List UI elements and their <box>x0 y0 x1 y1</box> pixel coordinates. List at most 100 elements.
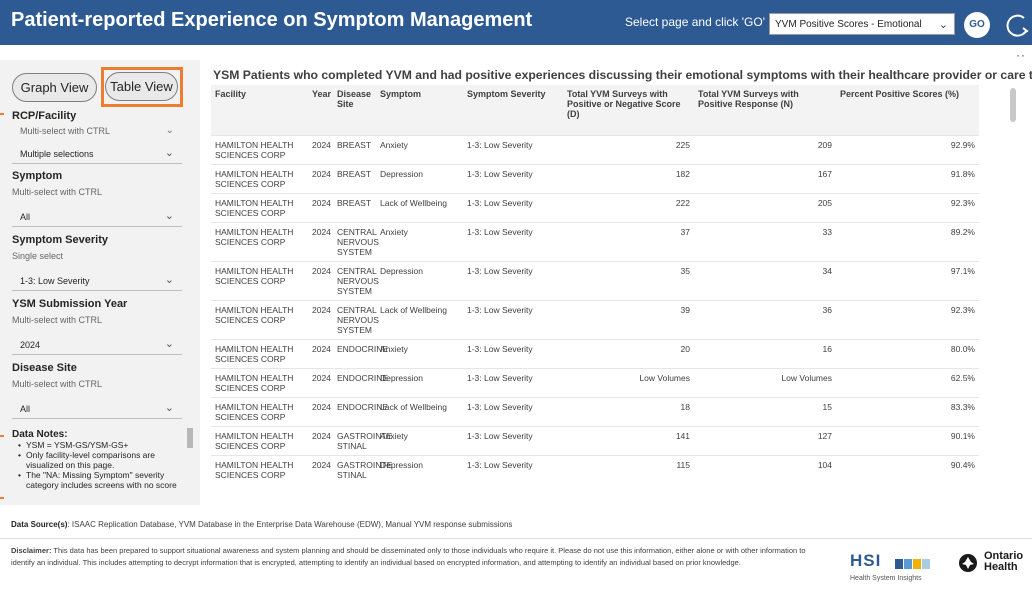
data-note-item: Only facility-level comparisons are visu… <box>18 450 186 470</box>
table-cell: 2024 <box>308 260 333 300</box>
table-row[interactable]: HAMILTON HEALTH SCIENCES CORP 2024 CENTRAL… <box>211 221 979 261</box>
column-header[interactable]: Percent Positive Scores (%) <box>836 85 979 135</box>
table-cell: Lack of Wellbeing <box>376 192 463 222</box>
table-cell: 92.3% <box>836 192 979 222</box>
data-notes-scrollbar[interactable] <box>187 428 193 448</box>
chevron-down-icon: ⌄ <box>164 274 174 286</box>
column-header[interactable]: Year <box>308 85 333 135</box>
symptom-filter-value: All <box>20 212 31 222</box>
table-cell: Lack of Wellbeing <box>376 299 463 339</box>
table-row[interactable]: HAMILTON HEALTH SCIENCES CORP 2024 CENTRAL… <box>211 299 979 339</box>
table-cell: ENDOCRINE <box>333 367 388 397</box>
more-options-icon[interactable]: ·· <box>1016 48 1026 62</box>
table-cell: 37 <box>563 221 694 261</box>
chevron-down-icon: ⌄ <box>164 147 174 159</box>
table-row[interactable]: HAMILTON HEALTH SCIENCES CORP 2024 GASTROI… <box>211 454 979 484</box>
table-cell: 34 <box>694 260 836 300</box>
filter-panel: Graph View Table View RCP/Facility Multi… <box>0 60 200 505</box>
table-cell: 35 <box>563 260 694 300</box>
disease-site-filter-dropdown[interactable]: All ⌄ <box>12 399 182 419</box>
year-filter-value: 2024 <box>20 340 41 350</box>
table-cell: HAMILTON HEALTH SCIENCES CORP <box>211 134 308 164</box>
chevron-down-icon: ⌄ <box>164 402 174 414</box>
table-cell: 1-3: Low Severity <box>463 221 563 261</box>
table-cell: 33 <box>694 221 836 261</box>
data-source-label: Data Source(s) <box>11 520 68 529</box>
column-header[interactable]: Facility <box>211 85 308 135</box>
table-cell: 2024 <box>308 367 333 397</box>
table-cell: 90.1% <box>836 425 979 455</box>
table-cell: 222 <box>563 192 694 222</box>
table-cell: Anxiety <box>376 221 463 261</box>
column-header[interactable]: Symptom Severity <box>463 85 563 135</box>
data-notes-list: YSM = YSM-GS/YSM-GS+ Only facility-level… <box>18 440 186 490</box>
column-header[interactable]: Total YVM Surveys with Positive Response… <box>694 85 836 135</box>
rcp-filter-dropdown[interactable]: Multiple selections ⌄ <box>12 144 182 164</box>
chevron-down-icon: ⌄ <box>165 125 174 136</box>
table-scrollbar[interactable] <box>1010 88 1016 122</box>
table-cell: 62.5% <box>836 367 979 397</box>
data-source-text: : ISAAC Replication Database, YVM Databa… <box>67 520 513 529</box>
column-header[interactable]: Disease Site <box>333 85 376 135</box>
severity-filter-dropdown[interactable]: 1-3: Low Severity ⌄ <box>12 271 182 291</box>
data-source-line: Data Source(s): ISAAC Replication Databa… <box>11 520 512 529</box>
table-cell: 1-3: Low Severity <box>463 454 563 484</box>
table-row[interactable]: HAMILTON HEALTH SCIENCES CORP 2024 GASTROI… <box>211 425 979 455</box>
table-row[interactable]: HAMILTON HEALTH SCIENCES CORP 2024 BREAST A… <box>211 134 979 164</box>
rcp-filter-hint[interactable]: Multi-select with CTRL ⌄ <box>12 123 182 141</box>
table-cell: 1-3: Low Severity <box>463 163 563 193</box>
table-row[interactable]: HAMILTON HEALTH SCIENCES CORP 2024 CENTRAL… <box>211 260 979 300</box>
table-cell: 2024 <box>308 192 333 222</box>
table-row[interactable]: HAMILTON HEALTH SCIENCES CORP 2024 ENDOCRI… <box>211 338 979 368</box>
year-filter-hint: Multi-select with CTRL <box>12 315 103 325</box>
symptom-filter-label: Symptom <box>12 170 63 182</box>
table-cell: 36 <box>694 299 836 339</box>
table-cell: 1-3: Low Severity <box>463 367 563 397</box>
table-cell: BREAST <box>333 192 376 222</box>
data-table-container: Facility Year Disease Site Symptom Sympt… <box>211 85 979 497</box>
header-bar: Patient-reported Experience on Symptom M… <box>0 0 1032 45</box>
table-header-row: Facility Year Disease Site Symptom Sympt… <box>211 85 979 135</box>
table-cell: 1-3: Low Severity <box>463 299 563 339</box>
table-cell: 89.2% <box>836 221 979 261</box>
annotation-marker <box>0 113 4 115</box>
year-filter-dropdown[interactable]: 2024 ⌄ <box>12 335 182 355</box>
table-row[interactable]: HAMILTON HEALTH SCIENCES CORP 2024 ENDOCRI… <box>211 367 979 397</box>
symptom-filter-dropdown[interactable]: All ⌄ <box>12 207 182 227</box>
rcp-filter-label: RCP/Facility <box>12 110 77 122</box>
disease-site-filter-label: Disease Site <box>12 362 77 374</box>
table-cell: Anxiety <box>376 425 463 455</box>
footer-divider <box>0 538 1032 539</box>
table-cell: ENDOCRINE <box>333 338 388 368</box>
table-view-button[interactable]: Table View <box>105 72 178 101</box>
column-header[interactable]: Symptom <box>376 85 463 135</box>
table-cell: BREAST <box>333 163 376 193</box>
table-cell: ENDOCRINE <box>333 396 388 426</box>
page-select-dropdown[interactable]: YVM Positive Scores - Emotional ⌄ <box>769 13 955 35</box>
chevron-down-icon: ⌄ <box>164 210 174 222</box>
rcp-filter-value: Multiple selections <box>20 149 94 159</box>
refresh-icon[interactable] <box>1002 11 1032 41</box>
table-cell: CENTRAL NERVOUS SYSTEM <box>333 299 379 339</box>
go-button[interactable]: GO <box>964 12 990 38</box>
table-row[interactable]: HAMILTON HEALTH SCIENCES CORP 2024 ENDOCRI… <box>211 396 979 426</box>
table-cell: Depression <box>376 163 463 193</box>
hsi-logo: HSI Health System Insights <box>850 551 950 586</box>
table-row[interactable]: HAMILTON HEALTH SCIENCES CORP 2024 BREAST D… <box>211 163 979 193</box>
table-cell: HAMILTON HEALTH SCIENCES CORP <box>211 338 308 368</box>
table-cell: 1-3: Low Severity <box>463 192 563 222</box>
hsi-logo-bars <box>895 556 931 574</box>
graph-view-button[interactable]: Graph View <box>12 73 97 102</box>
table-cell: 1-3: Low Severity <box>463 134 563 164</box>
table-cell: Depression <box>376 454 463 484</box>
column-header[interactable]: Total YVM Surveys with Positive or Negat… <box>563 85 694 135</box>
table-row[interactable]: HAMILTON HEALTH SCIENCES CORP 2024 BREAST L… <box>211 192 979 222</box>
table-cell: 2024 <box>308 338 333 368</box>
page-title: Patient-reported Experience on Symptom M… <box>11 9 533 31</box>
table-cell: 2024 <box>308 134 333 164</box>
chevron-down-icon: ⌄ <box>164 338 174 350</box>
table-cell: 39 <box>563 299 694 339</box>
table-cell: Lack of Wellbeing <box>376 396 463 426</box>
data-notes-title: Data Notes: <box>12 429 68 440</box>
table-cell: HAMILTON HEALTH SCIENCES CORP <box>211 299 308 339</box>
